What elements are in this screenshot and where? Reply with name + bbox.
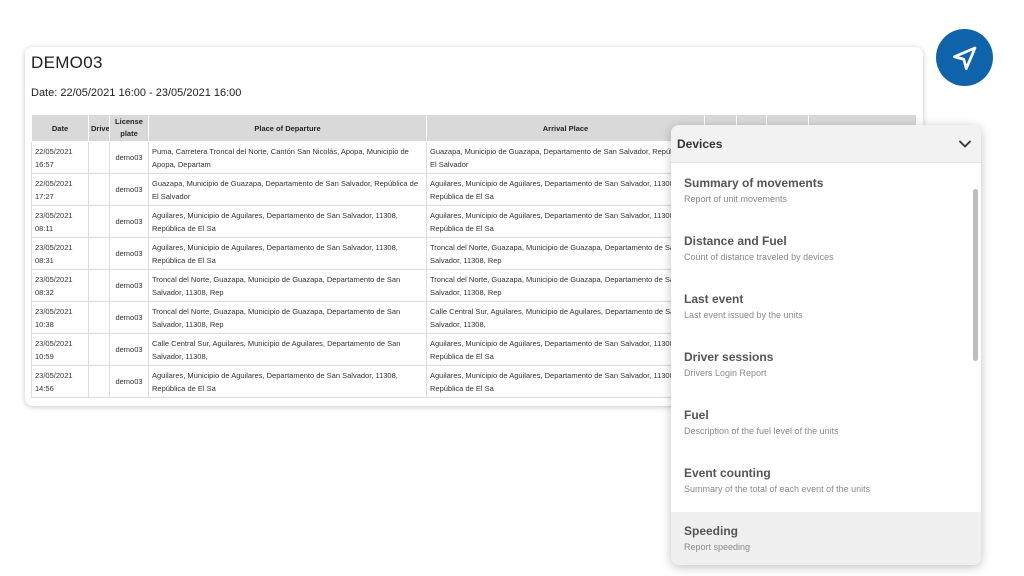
license-plate-cell: demo03	[109, 141, 149, 174]
devices-menu-item[interactable]: Fuel Description of the fuel level of the…	[671, 396, 981, 454]
menu-item-title: Summary of movements	[684, 176, 824, 190]
menu-item-description: Report of unit movements	[684, 194, 788, 204]
navigation-arrow-icon	[952, 46, 976, 70]
devices-menu-item[interactable]: Distance and Fuel Count of distance trave…	[671, 222, 981, 280]
arrival-cell: Aguilares, Municipio de Aguilares, Depar…	[426, 365, 705, 398]
arrival-cell: Aguilares, Municipio de Aguilares, Depar…	[426, 173, 705, 206]
devices-menu-item[interactable]: Event counting Summary of the total of ea…	[671, 454, 981, 512]
arrival-cell: Guazapa, Municipio de Guazapa, Departame…	[426, 141, 705, 174]
arrival-cell: Calle Central Sur, Aguilares, Municipio …	[426, 301, 705, 334]
arrival-cell: Troncal del Norte, Guazapa, Municipio de…	[426, 269, 705, 302]
scrollbar[interactable]	[973, 189, 978, 361]
devices-list: Summary of movements Report of unit movem…	[671, 164, 981, 565]
menu-item-title: Distance and Fuel	[684, 234, 787, 248]
departure-cell: Puma, Carretera Troncal del Norte, Cantó…	[148, 141, 427, 174]
driver-cell	[88, 365, 110, 398]
driver-cell	[88, 237, 110, 270]
date-cell: 23/05/2021 08:31	[31, 237, 89, 270]
arrival-cell: Aguilares, Municipio de Aguilares, Depar…	[426, 333, 705, 366]
menu-item-description: Summary of the total of each event of th…	[684, 484, 871, 494]
departure-cell: Aguilares, Municipio de Aguilares, Depar…	[148, 237, 427, 270]
devices-menu-item[interactable]: Driver sessions Drivers Login Report	[671, 338, 981, 396]
arrival-cell: Troncal del Norte, Guazapa, Municipio de…	[426, 237, 705, 270]
license-plate-cell: demo03	[109, 333, 149, 366]
driver-cell	[88, 333, 110, 366]
departure-cell: Aguilares, Municipio de Aguilares, Depar…	[148, 365, 427, 398]
date-cell: 22/05/2021 17:27	[31, 173, 89, 206]
departure-cell: Troncal del Norte, Guazapa, Municipio de…	[148, 301, 427, 334]
license-plate-cell: demo03	[109, 173, 149, 206]
license-plate-cell: demo03	[109, 205, 149, 238]
driver-cell	[88, 205, 110, 238]
column-header-driver[interactable]: Driver	[88, 114, 110, 142]
devices-menu-item[interactable]: Last event Last event issued by the units	[671, 280, 981, 338]
menu-item-title: Event counting	[684, 466, 771, 480]
menu-item-title: Last event	[684, 292, 744, 306]
driver-cell	[88, 269, 110, 302]
menu-item-title: Speeding	[684, 524, 739, 538]
departure-cell: Aguilares, Municipio de Aguilares, Depar…	[148, 205, 427, 238]
license-plate-cell: demo03	[109, 269, 149, 302]
menu-item-description: Report speeding	[684, 542, 751, 552]
menu-item-description: Count of distance traveled by devices	[684, 252, 834, 262]
departure-cell: Troncal del Norte, Guazapa, Municipio de…	[148, 269, 427, 302]
driver-cell	[88, 301, 110, 334]
column-header-date[interactable]: Date	[31, 114, 89, 142]
column-header-departure[interactable]: Place of Departure	[148, 114, 427, 142]
departure-cell: Guazapa, Municipio de Guazapa, Departame…	[148, 173, 427, 206]
license-plate-cell: demo03	[109, 301, 149, 334]
menu-item-title: Fuel	[684, 408, 709, 422]
license-plate-cell: demo03	[109, 237, 149, 270]
column-header-arrival[interactable]: Arrival Place	[426, 114, 705, 142]
license-plate-cell: demo03	[109, 365, 149, 398]
date-cell: 23/05/2021 10:59	[31, 333, 89, 366]
devices-menu-item[interactable]: Speeding Report speeding	[671, 512, 981, 565]
navigation-button[interactable]	[936, 29, 993, 86]
driver-cell	[88, 173, 110, 206]
date-cell: 23/05/2021 10:38	[31, 301, 89, 334]
menu-item-description: Description of the fuel level of the uni…	[684, 426, 839, 436]
report-title: DEMO03	[31, 53, 103, 72]
column-header-license-plate[interactable]: License plate	[109, 114, 149, 142]
date-cell: 23/05/2021 08:11	[31, 205, 89, 238]
report-date-range: Date: 22/05/2021 16:00 - 23/05/2021 16:0…	[31, 87, 242, 99]
date-cell: 22/05/2021 16:57	[31, 141, 89, 174]
chevron-down-icon[interactable]	[959, 140, 971, 148]
menu-item-title: Driver sessions	[684, 350, 774, 364]
devices-panel-title: Devices	[677, 136, 723, 151]
devices-panel: Devices Summary of movements Report of un…	[671, 125, 981, 565]
menu-item-description: Drivers Login Report	[684, 368, 767, 378]
date-cell: 23/05/2021 08:32	[31, 269, 89, 302]
devices-menu-item[interactable]: Summary of movements Report of unit movem…	[671, 164, 981, 222]
departure-cell: Calle Central Sur, Aguilares, Municipio …	[148, 333, 427, 366]
devices-panel-header[interactable]: Devices	[671, 125, 981, 163]
menu-item-description: Last event issued by the units	[684, 310, 803, 320]
date-cell: 23/05/2021 14:56	[31, 365, 89, 398]
driver-cell	[88, 141, 110, 174]
arrival-cell: Aguilares, Municipio de Aguilares, Depar…	[426, 205, 705, 238]
